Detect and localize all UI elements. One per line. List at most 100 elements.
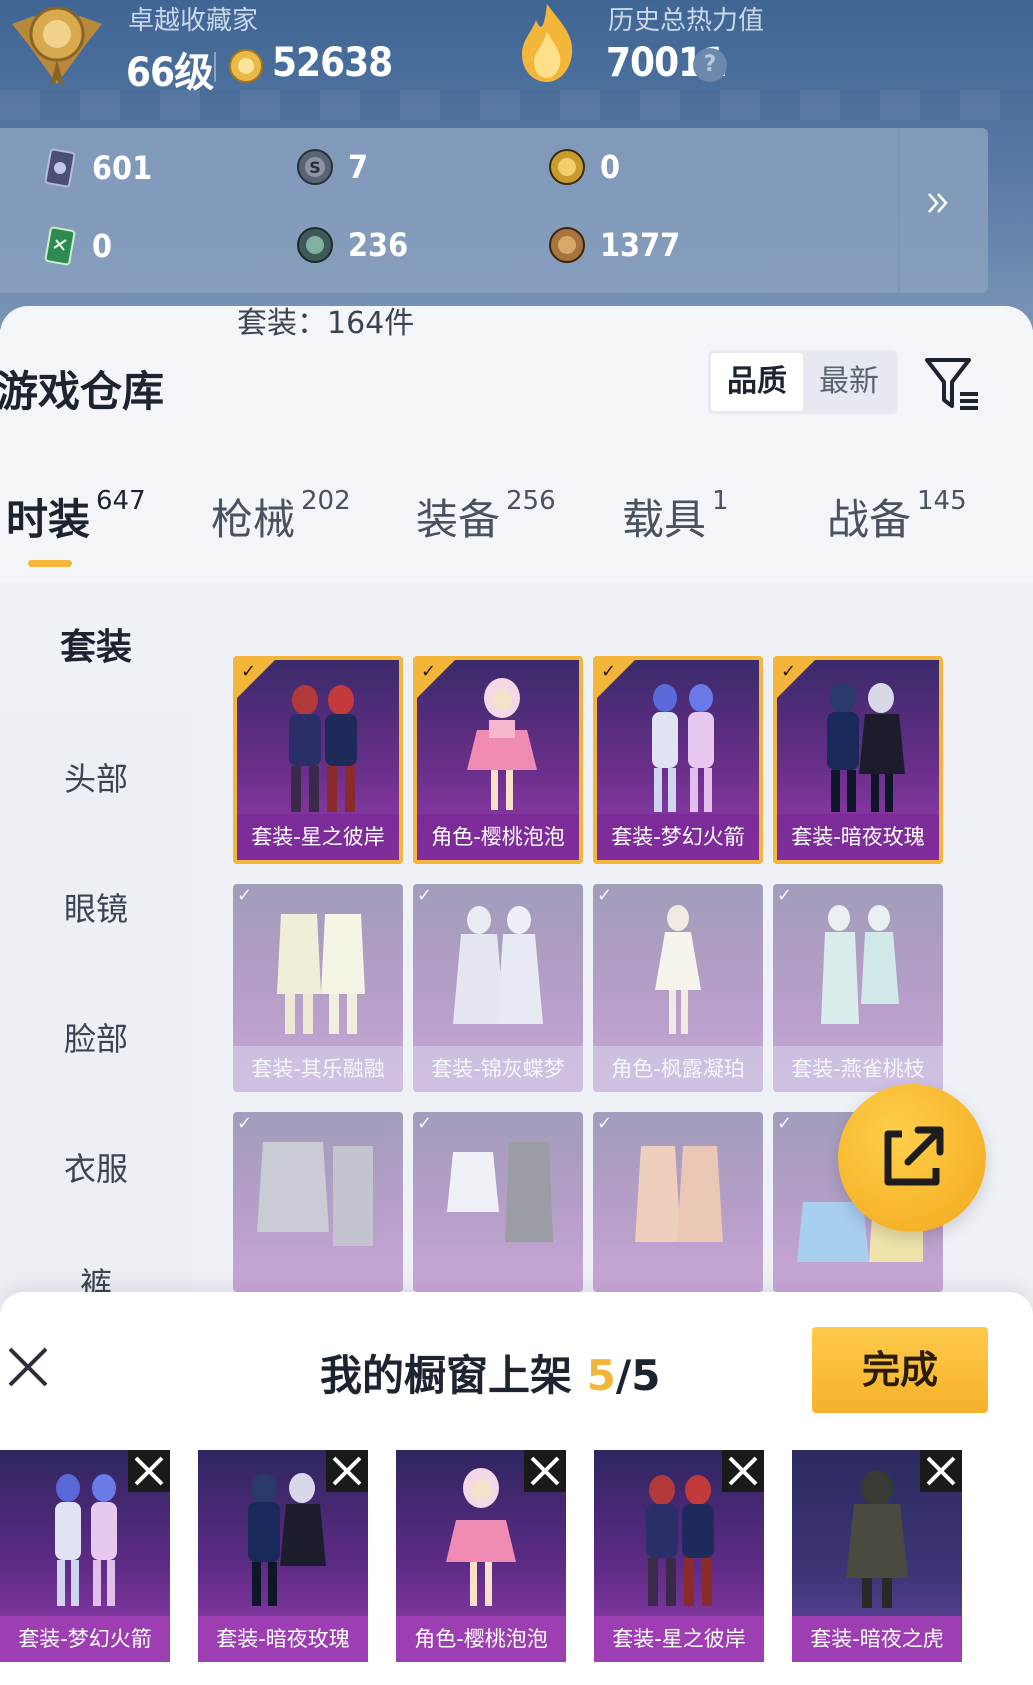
sort-toggle: 品质 最新 [708, 350, 898, 414]
tab-label: 战备 [827, 495, 912, 544]
double-chevron-right-icon[interactable] [925, 190, 951, 216]
resource-value: 236 [348, 226, 409, 264]
heat-label: 历史总热力值 [608, 6, 765, 36]
showcase-title: 我的橱窗上架 5/5 [320, 1342, 660, 1403]
tab-vehicles[interactable]: 载具 1 [622, 486, 729, 547]
sort-option-quality[interactable]: 品质 [711, 353, 803, 411]
item-card[interactable]: ✓ [233, 1112, 403, 1292]
flame-icon [522, 4, 573, 82]
showcase-slot[interactable]: 套装-梦幻火箭 [0, 1450, 170, 1662]
profile-banner: 卓越收藏家 66级 52638 历史总热力值 70011 ? 601 S 7 0… [0, 0, 1033, 330]
section-header: 套装：164件 [237, 306, 415, 341]
bronze-coin-icon [549, 227, 585, 263]
stat-divider [214, 52, 216, 82]
resource-separator [898, 128, 900, 293]
resource-panel: 601 S 7 0 0 236 1377 [0, 128, 988, 293]
gold-emblem-icon [549, 149, 585, 185]
slot-name: 角色-樱桃泡泡 [396, 1616, 566, 1662]
tab-equipment[interactable]: 装备 256 [416, 486, 556, 547]
tab-fashion[interactable]: 时装 647 [6, 486, 146, 547]
sidebar-item-clothes[interactable]: 衣服 [0, 1104, 192, 1234]
svg-text:S: S [309, 158, 321, 177]
gold-coin-icon [229, 49, 263, 83]
showcase-title-text: 我的橱窗上架 [320, 1351, 587, 1400]
remove-icon[interactable] [128, 1450, 170, 1492]
slot-name: 套装-暗夜玫瑰 [198, 1616, 368, 1662]
sidebar-item-face[interactable]: 脸部 [0, 974, 192, 1104]
resource-value: 0 [92, 227, 113, 265]
tab-label: 枪械 [211, 495, 296, 544]
rank-title: 卓越收藏家 [128, 6, 259, 36]
outfit-figure-icon [655, 905, 701, 1034]
help-button[interactable]: ? [693, 48, 727, 82]
showcase-slot[interactable]: 角色-樱桃泡泡 [396, 1450, 566, 1662]
tab-count: 256 [506, 486, 556, 516]
showcase-current-count: 5 [586, 1351, 616, 1400]
remove-icon[interactable] [524, 1450, 566, 1492]
item-name: 角色-枫露凝珀 [593, 1046, 763, 1092]
resource-value: 0 [600, 148, 621, 186]
showcase-drawer: 我的橱窗上架 5/5 完成 套装-梦幻火箭 套装-暗夜玫瑰 角色-樱桃泡泡 套装… [0, 1292, 1033, 1685]
showcase-slot[interactable]: 套装-星之彼岸 [594, 1450, 764, 1662]
showcase-max-count: /5 [615, 1351, 661, 1400]
outfit-figure-icon [467, 678, 537, 810]
remove-icon[interactable] [920, 1450, 962, 1492]
remove-icon[interactable] [722, 1450, 764, 1492]
outfit-figure-icon [447, 1142, 553, 1242]
sidebar-item-suit[interactable]: 套装 [0, 582, 192, 714]
outfit-figure-icon [257, 1142, 373, 1246]
active-tab-indicator [28, 560, 72, 567]
tab-guns[interactable]: 枪械 202 [211, 486, 351, 547]
item-card[interactable]: ✓ 角色-枫露凝珀 [593, 884, 763, 1092]
share-button[interactable] [838, 1084, 986, 1232]
card-pack-icon [44, 148, 76, 188]
close-icon[interactable] [6, 1345, 50, 1389]
resource-green-ticket: 0 [42, 226, 112, 266]
outfit-figure-icon [827, 683, 905, 812]
resource-bronze-coin: 1377 [548, 226, 680, 264]
outfit-figure-icon [289, 685, 357, 812]
green-ticket-icon [44, 226, 76, 266]
item-card[interactable]: ✓ [413, 1112, 583, 1292]
sidebar-item-glasses[interactable]: 眼镜 [0, 844, 192, 974]
resource-value: 7 [348, 148, 369, 186]
item-card[interactable]: ✓ 角色-樱桃泡泡 [413, 656, 583, 864]
filter-icon[interactable] [924, 356, 982, 412]
item-card[interactable]: ✓ 套装-暗夜玫瑰 [773, 656, 943, 864]
resource-value: 1377 [600, 226, 681, 264]
level-value: 66级 [126, 50, 214, 96]
resource-gold-emblem: 0 [548, 148, 620, 186]
resource-green-coin: 236 [296, 226, 408, 264]
tab-label: 装备 [416, 495, 501, 544]
category-tabs: 时装 647 枪械 202 装备 256 载具 1 战备 145 [0, 486, 1033, 566]
item-card[interactable]: ✓ [593, 1112, 763, 1292]
showcase-slot[interactable]: 套装-暗夜玫瑰 [198, 1450, 368, 1662]
tab-supplies[interactable]: 战备 145 [827, 486, 967, 547]
item-name: 角色-樱桃泡泡 [417, 814, 579, 860]
remove-icon[interactable] [326, 1450, 368, 1492]
done-button[interactable]: 完成 [812, 1327, 988, 1413]
item-name: 套装-暗夜玫瑰 [777, 814, 939, 860]
showcase-slot[interactable]: 套装-暗夜之虎 [792, 1450, 962, 1662]
item-card[interactable]: ✓ 套装-其乐融融 [233, 884, 403, 1092]
outfit-figure-icon [821, 905, 899, 1024]
sort-option-newest[interactable]: 最新 [803, 353, 895, 411]
item-card[interactable]: ✓ 套装-星之彼岸 [233, 656, 403, 864]
tab-count: 145 [917, 486, 967, 516]
tab-count: 202 [301, 486, 351, 516]
item-card[interactable]: ✓ 套装-燕雀桃枝 [773, 884, 943, 1092]
item-card[interactable]: ✓ 套装-锦灰蝶梦 [413, 884, 583, 1092]
item-name: 套装-锦灰蝶梦 [413, 1046, 583, 1092]
item-name: 套装-星之彼岸 [237, 814, 399, 860]
resource-s-token: S 7 [296, 148, 368, 186]
item-name: 套装-其乐融融 [233, 1046, 403, 1092]
outfit-figure-icon [652, 684, 714, 812]
tab-count: 647 [96, 486, 146, 516]
outfit-figure-icon [277, 914, 365, 1034]
tab-label: 载具 [622, 495, 707, 544]
external-share-icon [884, 1126, 944, 1186]
resource-card-pack: 601 [42, 148, 152, 188]
sidebar-item-head[interactable]: 头部 [0, 714, 192, 844]
item-card[interactable]: ✓ 套装-梦幻火箭 [593, 656, 763, 864]
coin-value: 52638 [272, 40, 393, 86]
